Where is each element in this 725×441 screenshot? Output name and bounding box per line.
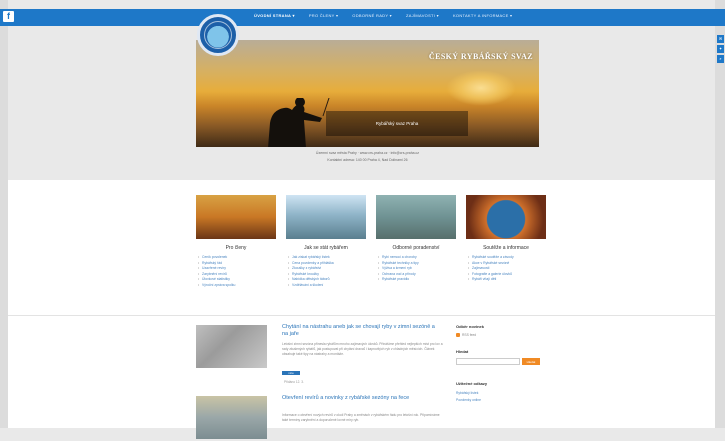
search-form: Hledat (456, 358, 540, 365)
category-links: Ceník povolenek Rybářský řád Uzavřené re… (196, 255, 276, 288)
nav-item-interesting[interactable]: ZAJÍMAVOSTI ▾ (406, 13, 439, 18)
site-logo[interactable] (197, 14, 239, 56)
category-image[interactable] (376, 195, 456, 239)
hero-sub-line2: Kontaktní adresa: 140 00 Praha 4, Nad Do… (327, 158, 408, 162)
section-divider (8, 315, 715, 316)
search-button[interactable]: Hledat (522, 358, 540, 365)
nav-item-members[interactable]: PRO ČLENY ▾ (309, 13, 338, 18)
left-frame (0, 0, 8, 428)
sidebar-links-title: Užitečné odkazy (456, 381, 488, 386)
hero-sun (446, 70, 516, 106)
category-card: Soutěže a informace Rybářské soutěže a z… (466, 195, 546, 288)
category-title[interactable]: Soutěže a informace (466, 245, 546, 251)
article-title[interactable]: Otevření revírů a novinky z rybářské sez… (282, 395, 442, 402)
sidebar: Odběr novinek RSS feed Hledat Hledat Uži… (456, 324, 540, 404)
hero-caption[interactable]: Rybářský svaz Praha (326, 111, 468, 136)
side-tools: ✉ ✦ ⌕ (717, 35, 724, 63)
category-title[interactable]: Pro členy (196, 245, 276, 251)
hero-title: ČESKÝ RYBÁŘSKÝ SVAZ (428, 52, 533, 61)
sidebar-search-title: Hledat (456, 349, 469, 354)
category-title[interactable]: Odborné poradenství (376, 245, 456, 251)
category-image[interactable] (286, 195, 366, 239)
sidebar-link[interactable]: Rybářský lístek (456, 390, 540, 397)
category-link[interactable]: Výroční zpráva spolku (198, 283, 276, 289)
category-title[interactable]: Jak se stát rybářem (286, 245, 366, 251)
nav-item-home[interactable]: ÚVODNÍ STRANA ▾ (254, 13, 295, 18)
logo-ring (204, 21, 232, 49)
hero-subtitle: Územní svaz města Prahy · www.crs-praha.… (196, 150, 539, 164)
rss-icon (456, 333, 460, 337)
right-frame (715, 0, 725, 428)
category-link[interactable]: Rybářské pravidlo (378, 277, 456, 283)
rss-label: RSS feed (462, 333, 477, 337)
search-icon[interactable]: ⌕ (717, 55, 724, 63)
mail-icon[interactable]: ✉ (717, 35, 724, 43)
category-row: Pro členy Ceník povolenek Rybářský řád U… (196, 195, 546, 288)
facebook-icon[interactable]: f (3, 11, 14, 22)
search-input[interactable] (456, 358, 520, 365)
nav-item-advice[interactable]: ODBORNÉ RADY ▾ (352, 13, 392, 18)
category-link[interactable]: Rybáři vítají děti (468, 277, 546, 283)
rss-row[interactable]: RSS feed (456, 333, 540, 337)
share-icon[interactable]: ✦ (717, 45, 724, 53)
news-article: Otevření revírů a novinky z rybářské sez… (196, 395, 448, 441)
category-link[interactable]: Vzdělávání a školení (288, 283, 366, 289)
category-links: Jak získat rybářský lístek Cena povolenk… (286, 255, 366, 288)
news-article: Chytání na nástrahu aneb jak se chovají … (196, 324, 448, 384)
sidebar-link[interactable]: Povolenky online (456, 397, 540, 404)
read-more-button[interactable]: více (282, 371, 300, 375)
article-excerpt: Letošní zimní sezóna přinesla rybářům mn… (282, 342, 443, 356)
category-image[interactable] (196, 195, 276, 239)
category-card: Pro členy Ceník povolenek Rybářský řád U… (196, 195, 276, 288)
article-title[interactable]: Chytání na nástrahu aneb jak se chovají … (282, 324, 442, 338)
nav-item-contacts[interactable]: KONTAKTY A INFORMACE ▾ (453, 13, 512, 18)
sidebar-news-title: Odběr novinek (456, 324, 485, 329)
category-card: Jak se stát rybářem Jak získat rybářský … (286, 195, 366, 288)
article-thumbnail[interactable] (196, 325, 267, 368)
category-image[interactable] (466, 195, 546, 239)
category-links: Rybí nemoci a choroby Rybářské techniky … (376, 255, 456, 283)
category-links: Rybářské soutěže a závody Akce v Rybářsk… (466, 255, 546, 283)
article-excerpt: Informace o otevření nových revírů v oko… (282, 413, 440, 422)
main-nav: ÚVODNÍ STRANA ▾ PRO ČLENY ▾ ODBORNÉ RADY… (254, 13, 512, 18)
hero-banner: ČESKÝ RYBÁŘSKÝ SVAZ Rybářský svaz Praha (196, 40, 539, 147)
article-date: Přidáno 12. 3. (284, 380, 304, 384)
article-thumbnail[interactable] (196, 396, 267, 439)
category-card: Odborné poradenství Rybí nemoci a chorob… (376, 195, 456, 288)
hero-sub-line1: Územní svaz města Prahy · www.crs-praha.… (315, 151, 420, 155)
